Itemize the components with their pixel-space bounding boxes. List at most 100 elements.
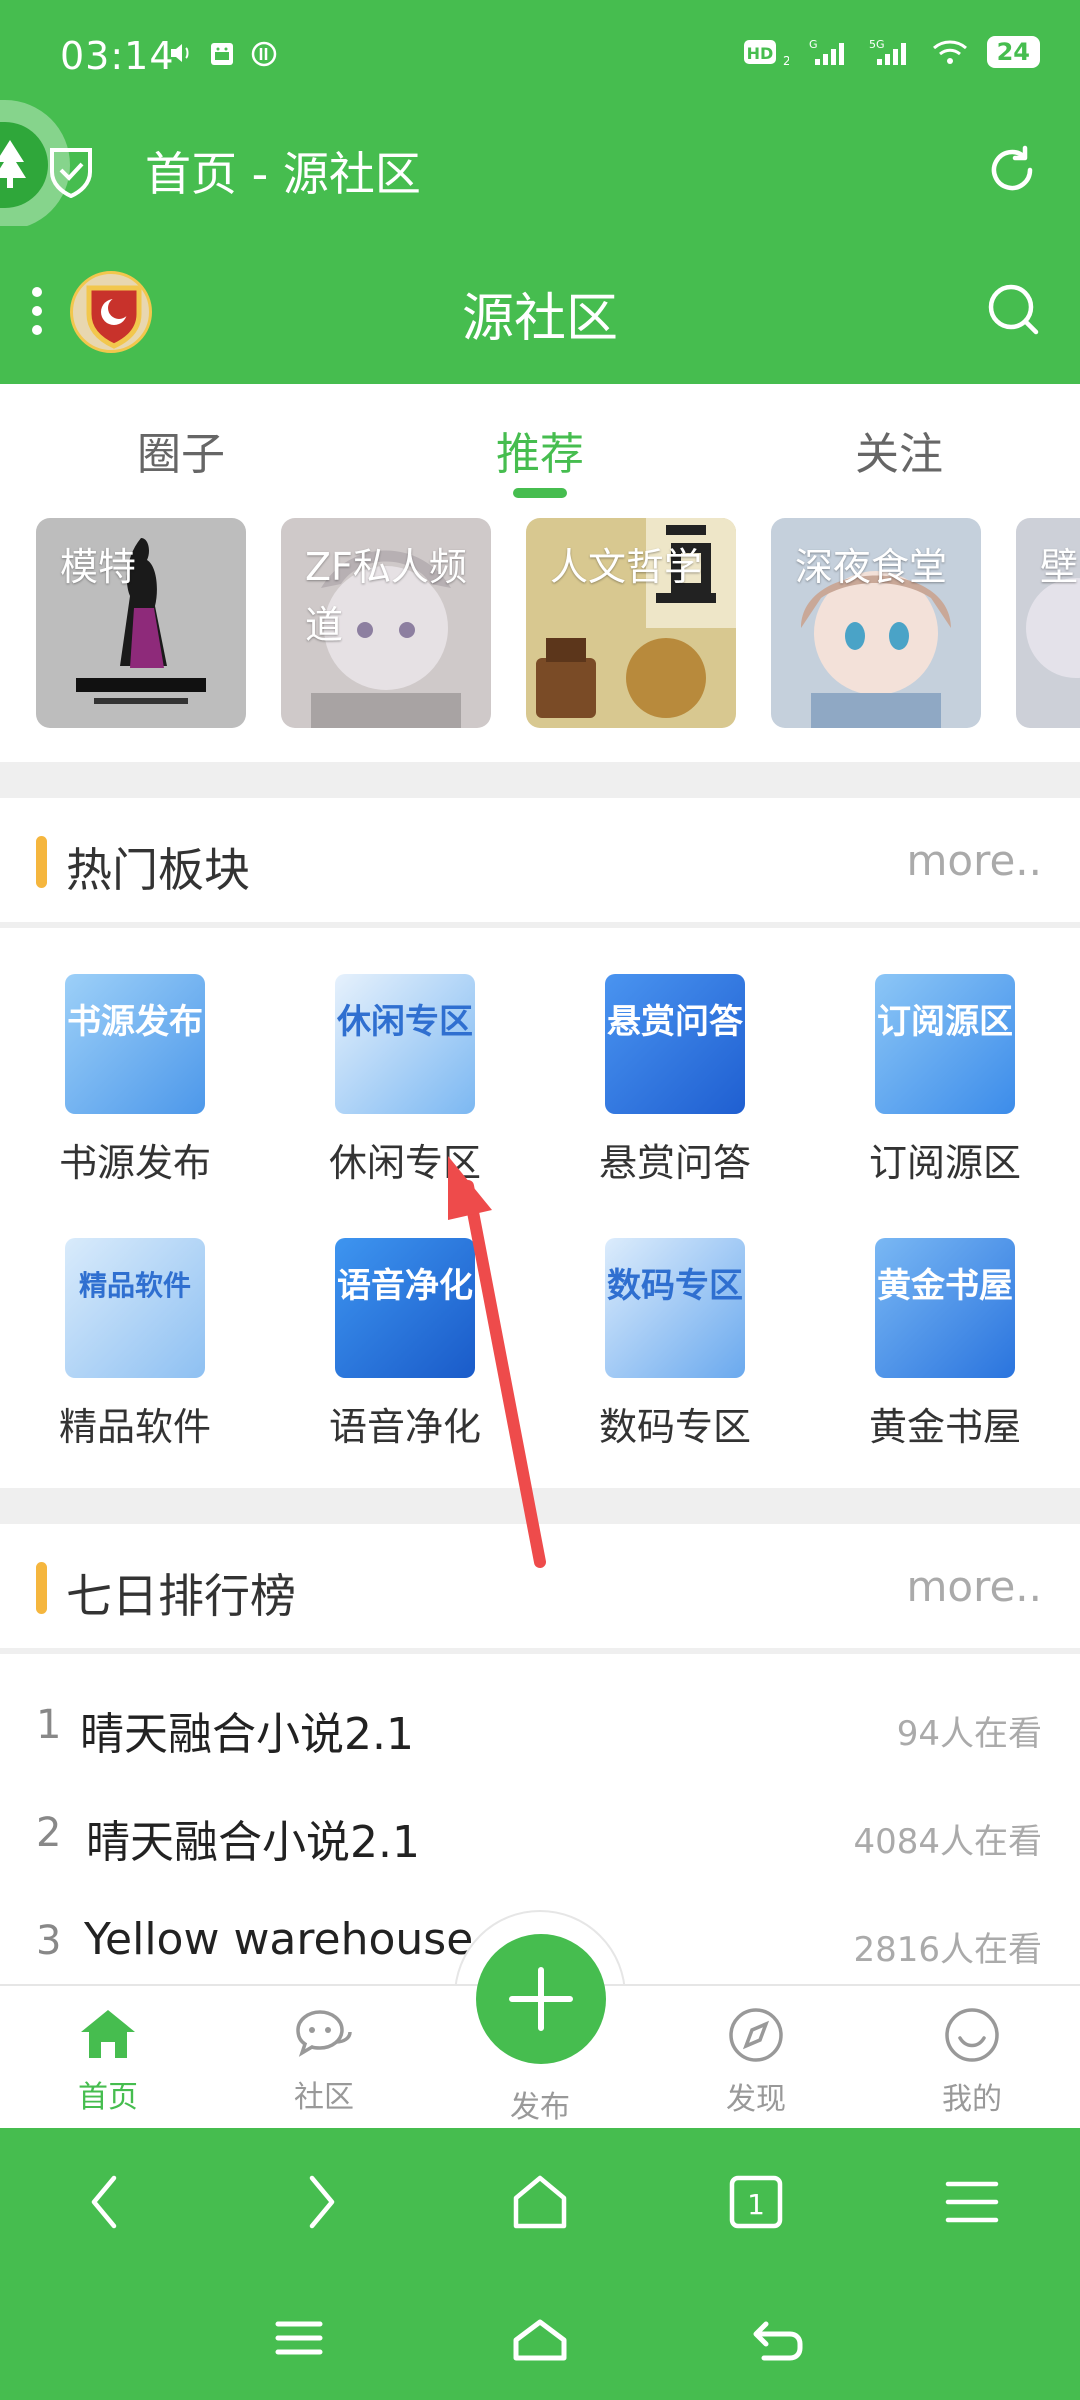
channel-label: 壁 bbox=[1040, 545, 1079, 589]
status-time: 03:14 bbox=[60, 34, 175, 78]
rank-title: Yellow warehouse bbox=[84, 1914, 474, 1965]
status-right-icons: HD 2 G 5G 24 bbox=[743, 36, 1040, 68]
rank-number: 2 bbox=[36, 1810, 62, 1856]
tab-circles[interactable]: 圈子 bbox=[137, 418, 225, 482]
smile-icon bbox=[945, 2008, 999, 2062]
status-bar: 03:14 HD 2 G 5G 24 bbox=[0, 0, 1080, 116]
tabs-icon[interactable]: 1 bbox=[728, 2172, 784, 2232]
hot-section-header: 热门板块 more.. bbox=[0, 798, 1080, 922]
publish-button[interactable] bbox=[476, 1934, 606, 2064]
section-accent-bar bbox=[36, 836, 47, 888]
nav-community[interactable]: 社区 bbox=[254, 2006, 394, 2116]
channel-card[interactable]: ZF私人频道 bbox=[281, 518, 491, 728]
subscription-icon: 订阅源区 bbox=[875, 974, 1015, 1114]
system-home-icon[interactable] bbox=[510, 2318, 570, 2362]
hot-section-title: 热门板块 bbox=[66, 843, 250, 897]
home-outline-icon[interactable] bbox=[510, 2172, 570, 2232]
svg-text:2: 2 bbox=[783, 54, 789, 67]
channel-label: ZF私人频道 bbox=[305, 545, 467, 647]
rank-number: 1 bbox=[36, 1702, 62, 1748]
section-divider bbox=[0, 922, 1080, 928]
nav-profile[interactable]: 我的 bbox=[902, 2006, 1042, 2118]
plus-icon bbox=[509, 1967, 573, 2031]
board-voice-purify[interactable]: 语音净化 语音净化 bbox=[285, 1238, 525, 1451]
board-shuyuan-release[interactable]: 书源发布 书源发布 bbox=[15, 974, 255, 1187]
channel-label: 模特 bbox=[60, 545, 137, 589]
home-icon bbox=[81, 2010, 135, 2058]
channel-card[interactable]: 模特 bbox=[36, 518, 246, 728]
volume-icon bbox=[171, 44, 189, 62]
board-label: 休闲专区 bbox=[328, 1141, 481, 1185]
board-label: 订阅源区 bbox=[868, 1141, 1021, 1185]
wifi-icon bbox=[932, 40, 967, 64]
app-status-icon bbox=[251, 41, 277, 67]
forward-icon[interactable] bbox=[304, 2172, 340, 2232]
rank-section-title: 七日排行榜 bbox=[66, 1569, 296, 1623]
chat-icon bbox=[296, 2010, 352, 2057]
board-label: 书源发布 bbox=[58, 1141, 211, 1185]
section-accent-bar bbox=[36, 1562, 47, 1614]
nav-home[interactable]: 首页 bbox=[38, 2006, 178, 2116]
status-notification-icons bbox=[168, 40, 278, 68]
nav-discover[interactable]: 发现 bbox=[686, 2006, 826, 2118]
hd-icon: HD 2 bbox=[743, 40, 789, 67]
board-digital[interactable]: 数码专区 数码专区 bbox=[555, 1238, 795, 1451]
nav-label: 发布 bbox=[510, 2090, 570, 2125]
svg-text:G: G bbox=[809, 38, 818, 51]
back-icon[interactable] bbox=[86, 2172, 122, 2232]
rank-number: 3 bbox=[36, 1918, 62, 1964]
tab-bar: 圈子 推荐 关注 bbox=[0, 384, 1080, 504]
reload-icon[interactable] bbox=[984, 142, 1040, 198]
svg-text:5G: 5G bbox=[869, 38, 885, 51]
channel-label: 深夜食堂 bbox=[795, 545, 948, 589]
channel-card[interactable]: 壁 bbox=[1016, 518, 1080, 728]
section-divider bbox=[0, 762, 1080, 798]
board-label: 数码专区 bbox=[598, 1405, 751, 1449]
android-icon bbox=[211, 43, 233, 65]
channel-card[interactable]: 人文哲学 bbox=[526, 518, 736, 728]
leisure-icon: 休闲专区 bbox=[335, 974, 475, 1114]
tab-following[interactable]: 关注 bbox=[855, 418, 943, 482]
channel-card[interactable]: 深夜食堂 bbox=[771, 518, 981, 728]
rank-section-more-link[interactable]: more.. bbox=[907, 1562, 1043, 1611]
rank-title: 晴天融合小说2.1 bbox=[80, 1709, 414, 1760]
battery-indicator: 24 bbox=[986, 36, 1040, 68]
nav-label: 社区 bbox=[294, 2080, 354, 2115]
signal-g-icon: G bbox=[809, 38, 844, 65]
rank-viewers: 94人在看 bbox=[896, 1714, 1042, 1754]
nav-label: 首页 bbox=[78, 2080, 138, 2115]
search-icon[interactable] bbox=[986, 282, 1042, 338]
app-bar: 源社区 bbox=[0, 226, 1080, 384]
tab-active-indicator bbox=[513, 488, 567, 498]
channel-carousel[interactable]: 模特 ZF私人频道 人文哲学 深夜食堂 壁 bbox=[0, 514, 1080, 730]
voice-purify-icon: 语音净化 bbox=[335, 1238, 475, 1378]
menu-icon[interactable] bbox=[944, 2172, 1000, 2232]
section-divider bbox=[0, 1488, 1080, 1524]
browser-page-title[interactable]: 首页 - 源社区 bbox=[145, 138, 421, 204]
board-golden-bookhouse[interactable]: 黄金书屋 黄金书屋 bbox=[825, 1238, 1065, 1451]
board-leisure[interactable]: 休闲专区 休闲专区 bbox=[285, 974, 525, 1187]
app-title: 源社区 bbox=[461, 289, 618, 349]
nav-label: 我的 bbox=[942, 2082, 1002, 2117]
rank-section-header: 七日排行榜 more.. bbox=[0, 1524, 1080, 1648]
rank-row[interactable]: 2 晴天融合小说2.1 4084人在看 bbox=[0, 1782, 1080, 1890]
rank-row[interactable]: 1 晴天融合小说2.1 94人在看 bbox=[0, 1674, 1080, 1782]
svg-text:HD: HD bbox=[746, 44, 773, 63]
channel-label: 人文哲学 bbox=[550, 545, 703, 589]
board-subscription-source[interactable]: 订阅源区 订阅源区 bbox=[825, 974, 1065, 1187]
digital-icon: 数码专区 bbox=[605, 1238, 745, 1378]
bounty-qa-icon: 悬赏问答 bbox=[605, 974, 745, 1114]
board-label: 精品软件 bbox=[58, 1405, 211, 1449]
section-divider bbox=[0, 1648, 1080, 1654]
rank-title: 晴天融合小说2.1 bbox=[86, 1817, 420, 1868]
system-menu-icon[interactable] bbox=[274, 2318, 324, 2358]
nav-label: 发现 bbox=[726, 2082, 786, 2117]
board-bounty-qa[interactable]: 悬赏问答 悬赏问答 bbox=[555, 974, 795, 1187]
hot-section-more-link[interactable]: more.. bbox=[907, 836, 1043, 885]
tab-recommend[interactable]: 推荐 bbox=[496, 418, 584, 482]
board-premium-software[interactable]: 精品软件 精品软件 bbox=[15, 1238, 255, 1451]
rank-viewers: 2816人在看 bbox=[853, 1930, 1042, 1970]
system-back-icon[interactable] bbox=[752, 2318, 804, 2362]
book-source-icon: 书源发布 bbox=[65, 974, 205, 1114]
software-icon: 精品软件 bbox=[65, 1238, 205, 1378]
